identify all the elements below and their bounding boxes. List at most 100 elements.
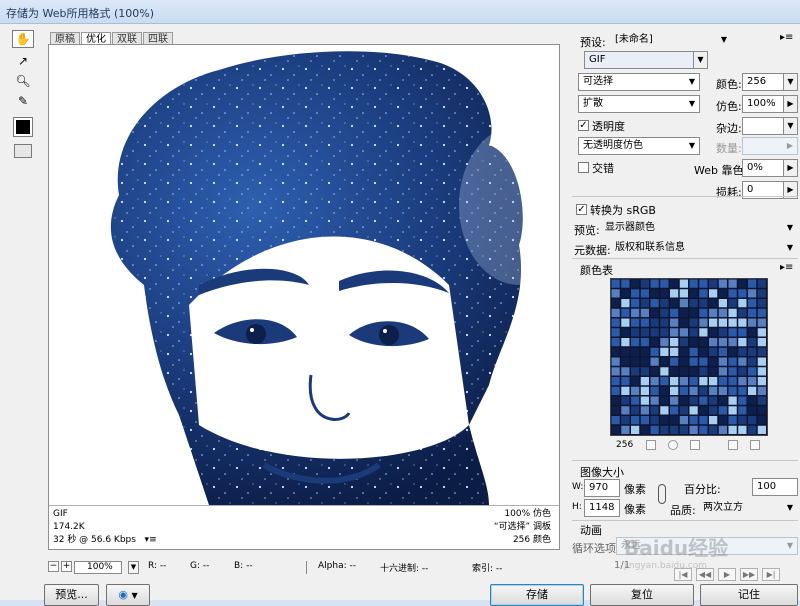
preview-in-browser-button[interactable]: 预览... — [44, 584, 99, 606]
color-swatch[interactable] — [611, 328, 620, 337]
color-swatch[interactable] — [699, 386, 708, 395]
color-swatch[interactable] — [738, 425, 747, 434]
color-swatch[interactable] — [631, 396, 640, 405]
color-swatch[interactable] — [660, 338, 669, 347]
color-swatch[interactable] — [640, 338, 649, 347]
color-swatch[interactable] — [738, 396, 747, 405]
color-swatch[interactable] — [621, 406, 630, 415]
color-swatch[interactable] — [738, 416, 747, 425]
color-swatch[interactable] — [621, 289, 630, 298]
color-swatch[interactable] — [709, 367, 718, 376]
color-swatch[interactable] — [689, 299, 698, 308]
color-swatch[interactable] — [728, 406, 737, 415]
slice-visibility-toggle-icon[interactable] — [14, 144, 32, 158]
color-swatch[interactable] — [611, 396, 620, 405]
color-swatch[interactable] — [689, 386, 698, 395]
color-swatch[interactable] — [611, 377, 620, 386]
percent-field[interactable]: 100 — [752, 478, 798, 496]
color-swatch[interactable] — [650, 377, 659, 386]
color-swatch[interactable] — [640, 396, 649, 405]
color-swatch[interactable] — [718, 338, 727, 347]
color-swatch[interactable] — [670, 357, 679, 366]
color-swatch[interactable] — [679, 377, 688, 386]
color-swatch[interactable] — [748, 318, 757, 327]
color-swatch[interactable] — [660, 279, 669, 288]
color-swatch[interactable] — [640, 347, 649, 356]
color-swatch[interactable] — [689, 347, 698, 356]
color-swatch[interactable] — [728, 328, 737, 337]
color-swatch[interactable] — [621, 396, 630, 405]
color-swatch[interactable] — [748, 289, 757, 298]
color-swatch[interactable] — [748, 357, 757, 366]
color-swatch[interactable] — [718, 289, 727, 298]
color-swatch[interactable] — [718, 299, 727, 308]
color-swatch[interactable] — [748, 338, 757, 347]
color-swatch[interactable] — [689, 279, 698, 288]
color-swatch[interactable] — [699, 338, 708, 347]
color-swatch[interactable] — [611, 318, 620, 327]
color-swatch[interactable] — [748, 367, 757, 376]
color-swatch[interactable] — [718, 347, 727, 356]
color-swatch[interactable] — [709, 425, 718, 434]
color-swatch[interactable] — [679, 386, 688, 395]
color-swatch[interactable] — [709, 386, 718, 395]
color-swatch[interactable] — [621, 357, 630, 366]
color-swatch[interactable] — [709, 289, 718, 298]
color-swatch[interactable] — [631, 318, 640, 327]
color-swatch[interactable] — [757, 425, 766, 434]
color-swatch[interactable] — [611, 347, 620, 356]
color-swatch[interactable] — [757, 406, 766, 415]
color-swatch[interactable] — [738, 377, 747, 386]
color-swatch[interactable] — [640, 377, 649, 386]
metadata-select[interactable]: 版权和联系信息 ▼ — [610, 239, 798, 257]
dither-amount-field[interactable]: 100% ▶ — [742, 95, 798, 113]
color-swatch[interactable] — [660, 416, 669, 425]
color-swatch[interactable] — [679, 279, 688, 288]
zoom-tool-icon[interactable]: 🔍︎ — [12, 72, 34, 90]
color-swatch[interactable] — [718, 279, 727, 288]
color-swatch[interactable] — [728, 279, 737, 288]
color-swatch[interactable] — [640, 289, 649, 298]
color-swatch[interactable] — [718, 308, 727, 317]
color-swatch[interactable] — [621, 308, 630, 317]
color-swatch[interactable] — [757, 416, 766, 425]
color-swatch[interactable] — [738, 406, 747, 415]
color-swatch[interactable] — [728, 425, 737, 434]
transparency-checkbox[interactable]: ✓ — [578, 120, 589, 131]
eyedropper-color-swatch[interactable] — [13, 117, 33, 137]
color-swatch[interactable] — [611, 367, 620, 376]
color-swatch[interactable] — [611, 416, 620, 425]
color-swatch[interactable] — [670, 377, 679, 386]
color-swatch[interactable] — [679, 367, 688, 376]
color-swatch[interactable] — [670, 299, 679, 308]
color-swatch[interactable] — [660, 347, 669, 356]
color-swatch[interactable] — [631, 299, 640, 308]
color-swatch[interactable] — [689, 289, 698, 298]
color-swatch[interactable] — [621, 279, 630, 288]
color-swatch[interactable] — [679, 328, 688, 337]
color-swatch[interactable] — [650, 425, 659, 434]
color-swatch[interactable] — [757, 377, 766, 386]
lock-color-icon[interactable] — [690, 440, 700, 450]
color-swatch[interactable] — [611, 357, 620, 366]
color-swatch[interactable] — [718, 386, 727, 395]
color-swatch[interactable] — [728, 396, 737, 405]
color-swatch[interactable] — [738, 299, 747, 308]
color-swatch[interactable] — [621, 338, 630, 347]
convert-srgb-checkbox[interactable]: ✓ — [576, 204, 587, 215]
color-swatch[interactable] — [621, 328, 630, 337]
color-swatch[interactable] — [718, 328, 727, 337]
browser-select-button[interactable]: ◉ ▼ — [106, 584, 150, 606]
color-swatch[interactable] — [728, 338, 737, 347]
format-select[interactable]: GIF ▼ — [584, 51, 708, 69]
color-reduction-select[interactable]: 可选择 ▼ — [578, 73, 700, 91]
color-swatch[interactable] — [699, 406, 708, 415]
color-swatch[interactable] — [650, 299, 659, 308]
color-swatch[interactable] — [699, 299, 708, 308]
color-swatch[interactable] — [757, 367, 766, 376]
zoom-out-button[interactable]: − — [48, 561, 59, 572]
color-swatch[interactable] — [621, 347, 630, 356]
color-swatch[interactable] — [640, 416, 649, 425]
color-swatch[interactable] — [621, 416, 630, 425]
color-swatch[interactable] — [679, 289, 688, 298]
